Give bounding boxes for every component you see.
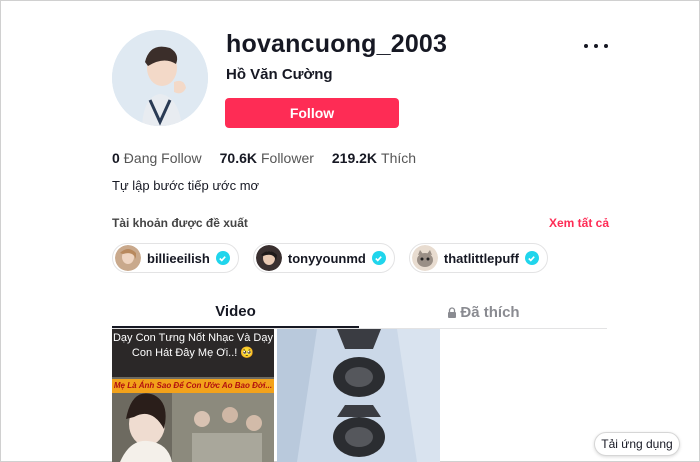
account-name: tonyyounmd bbox=[287, 250, 366, 266]
suggested-accounts-title: Tài khoản được đề xuất bbox=[112, 216, 248, 230]
video-caption-banner: Mẹ Là Ánh Sao Để Con Ước Ao Bao Đời... bbox=[112, 379, 274, 393]
stat-likes: 219.2K Thích bbox=[332, 150, 416, 166]
verified-badge-icon bbox=[215, 251, 230, 265]
tab-label: Video bbox=[215, 302, 256, 320]
suggested-account-chip[interactable]: billieeilish bbox=[112, 243, 239, 273]
suggested-account-chip[interactable]: tonyyounmd bbox=[252, 243, 395, 273]
dot bbox=[604, 44, 608, 48]
stat-label: Follower bbox=[260, 150, 314, 166]
stat-label: Đang Follow bbox=[123, 150, 202, 166]
download-app-button[interactable]: Tải ứng dụng bbox=[594, 432, 680, 456]
profile-bio: Tự lập bước tiếp ước mơ bbox=[112, 178, 260, 193]
stat-value: 219.2K bbox=[331, 150, 378, 166]
more-options-icon[interactable] bbox=[584, 36, 608, 56]
account-avatar bbox=[115, 245, 141, 271]
verified-badge-icon bbox=[524, 251, 539, 265]
verified-badge-icon bbox=[371, 251, 386, 265]
video-thumbnail[interactable]: Dạy Con Tưng Nốt Nhạc Và Dạy Con Hát Đây… bbox=[112, 329, 274, 462]
stat-value: 0 bbox=[112, 150, 120, 166]
dot bbox=[584, 44, 588, 48]
tab-liked[interactable]: Đã thích bbox=[360, 296, 607, 328]
stat-value: 70.6K bbox=[219, 150, 257, 166]
thumbnail-image bbox=[277, 329, 440, 462]
video-caption: Dạy Con Tưng Nốt Nhạc Và Dạy Con Hát Đây… bbox=[112, 332, 273, 359]
profile-display-name: Hồ Văn Cường bbox=[226, 66, 333, 83]
follow-button[interactable]: Follow bbox=[225, 98, 399, 128]
account-name: billieeilish bbox=[147, 250, 210, 266]
see-all-link[interactable]: Xem tất cả bbox=[549, 216, 609, 230]
profile-tabs: Video Đã thích bbox=[112, 296, 607, 329]
lock-icon bbox=[448, 306, 457, 318]
profile-avatar[interactable] bbox=[112, 30, 208, 126]
suggested-accounts-list: billieeilish tonyyounmd thatlittlepuff bbox=[112, 243, 548, 273]
profile-stats: 0 Đang Follow 70.6K Follower 219.2K Thích bbox=[112, 150, 416, 166]
avatar-image bbox=[112, 30, 208, 126]
stat-label: Thích bbox=[381, 150, 417, 166]
stat-followers[interactable]: 70.6K Follower bbox=[220, 150, 314, 166]
tab-video[interactable]: Video bbox=[112, 296, 359, 328]
profile-username: hovancuong_2003 bbox=[226, 30, 448, 58]
account-avatar bbox=[255, 245, 282, 271]
account-avatar bbox=[411, 245, 438, 271]
stat-following[interactable]: 0 Đang Follow bbox=[112, 150, 202, 166]
tab-label: Đã thích bbox=[460, 303, 520, 321]
account-name: thatlittlepuff bbox=[443, 250, 519, 266]
dot bbox=[594, 44, 598, 48]
suggested-account-chip[interactable]: thatlittlepuff bbox=[408, 243, 548, 273]
video-thumbnail[interactable] bbox=[277, 329, 440, 462]
